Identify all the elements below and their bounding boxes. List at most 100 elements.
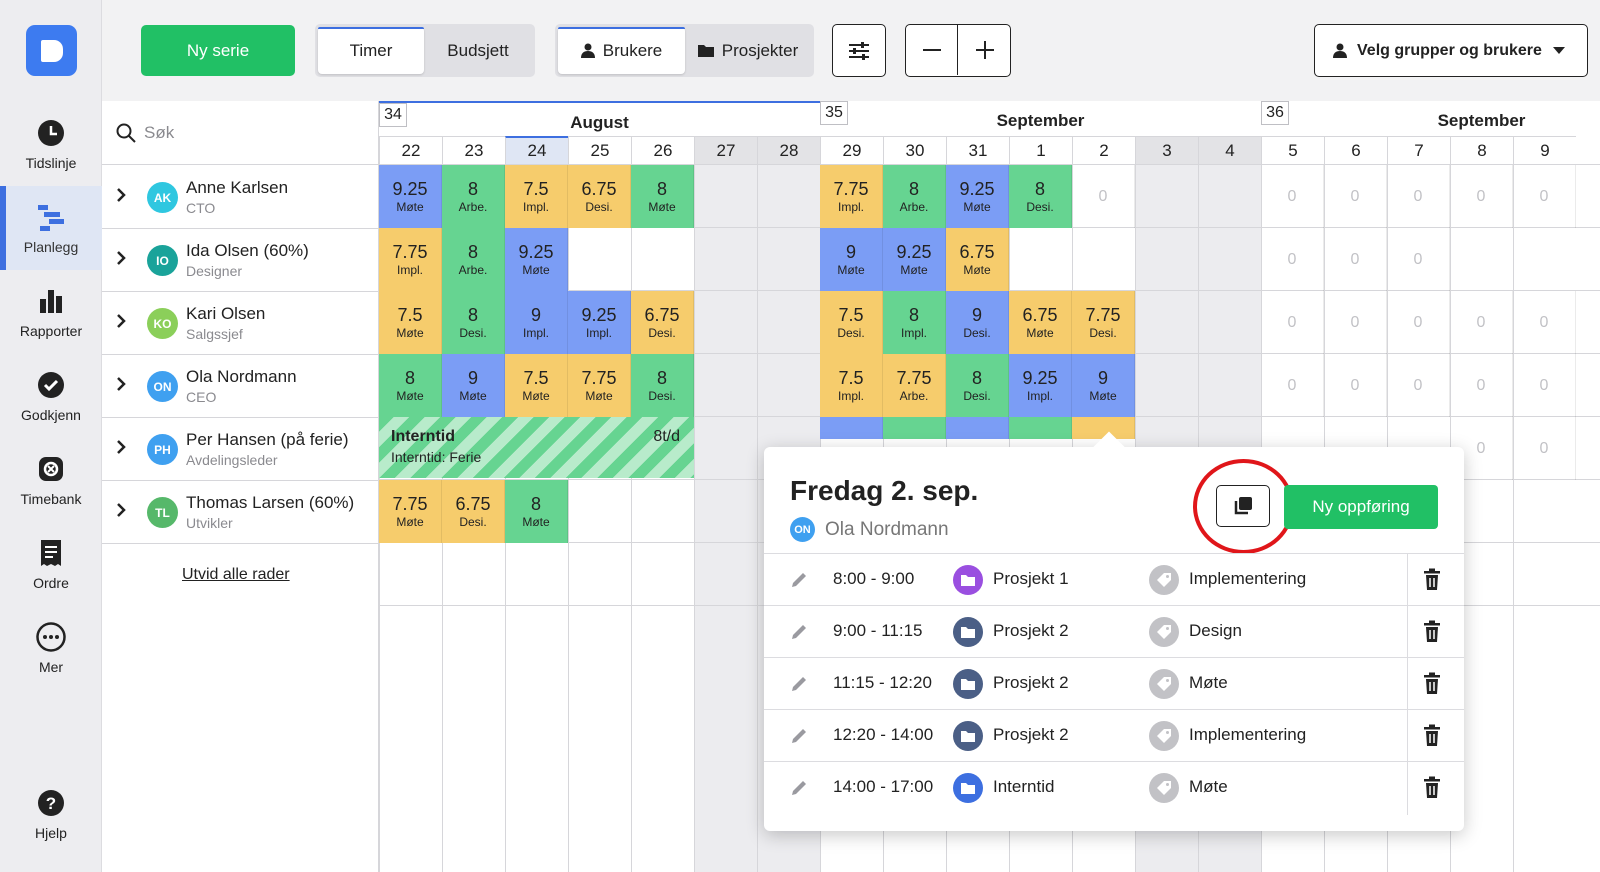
sidebar-item-tidslinje[interactable]: Tidslinje [0,102,102,186]
hours-cell[interactable]: 8 Desi. [946,354,1009,417]
hours-cell[interactable]: 9.25 Møte [379,165,442,228]
hours-cell[interactable]: 0 [1324,354,1387,417]
chevron-right-icon[interactable] [116,187,126,203]
trash-icon[interactable] [1423,620,1441,642]
trash-icon[interactable] [1423,724,1441,746]
tab-prosjekter[interactable]: Prosjekter [685,27,811,74]
sidebar-item-mer[interactable]: Mer [0,606,102,690]
pencil-icon[interactable] [790,675,808,693]
chevron-right-icon[interactable] [116,502,126,518]
hours-cell[interactable]: 0 [1387,291,1450,354]
tab-brukere[interactable]: Brukere [558,27,685,74]
pencil-icon[interactable] [790,623,808,641]
group-user-select[interactable]: Velg grupper og brukere [1314,24,1588,77]
hours-cell[interactable]: 8 Desi. [631,354,694,417]
hours-cell[interactable]: 9.25 Møte [883,228,946,291]
hours-cell[interactable]: 0 [1513,291,1576,354]
chevron-right-icon[interactable] [116,250,126,266]
hours-cell[interactable]: 0 [1450,165,1513,228]
chevron-right-icon[interactable] [116,376,126,392]
zoom-in-button[interactable] [959,25,1011,75]
hours-cell[interactable]: 8 Møte [379,354,442,417]
sidebar-item-godkjenn[interactable]: Godkjenn [0,354,102,438]
hours-cell[interactable]: 8 Møte [631,165,694,228]
hours-cell[interactable]: 0 [1261,228,1324,291]
hours-cell[interactable]: 0 [1450,291,1513,354]
hours-cell[interactable]: 7.75 Arbe. [883,354,946,417]
person-row[interactable]: IO Ida Olsen (60%) Designer [102,228,379,292]
hours-cell[interactable]: 7.75 Desi. [1072,291,1135,354]
hours-cell[interactable]: 6.75 Desi. [442,480,505,543]
hours-cell[interactable]: 7.5 Desi. [820,291,883,354]
hours-cell[interactable]: 0 [1450,354,1513,417]
sidebar-item-hjelp[interactable]: ? Hjelp [0,772,102,856]
new-series-button[interactable]: Ny serie [141,25,295,76]
hours-cell[interactable]: 7.5 Impl. [505,165,568,228]
app-logo[interactable] [26,25,77,76]
trash-icon[interactable] [1423,776,1441,798]
tab-timer[interactable]: Timer [318,27,424,74]
time-entry-row[interactable]: 12:20 - 14:00 Prosjekt 2 Implementering [764,709,1464,763]
hours-cell[interactable]: 6.75 Desi. [631,291,694,354]
hours-cell[interactable]: 0 [1324,228,1387,291]
new-entry-button[interactable]: Ny oppføring [1284,485,1438,529]
pencil-icon[interactable] [790,779,808,797]
hours-cell[interactable]: 0 [1261,354,1324,417]
hours-cell[interactable]: 9 Impl. [505,291,568,354]
hours-cell[interactable]: 9 Møte [1072,354,1135,417]
hours-cell[interactable]: 7.75 Impl. [379,228,442,291]
person-row[interactable]: AK Anne Karlsen CTO [102,165,379,229]
hours-cell[interactable]: 0 [1387,228,1450,291]
hours-cell[interactable]: 8 Desi. [1009,165,1072,228]
trash-icon[interactable] [1423,568,1441,590]
sidebar-item-ordre[interactable]: Ordre [0,522,102,606]
person-row[interactable]: ON Ola Nordmann CEO [102,354,379,418]
hours-cell[interactable]: 0 [1387,354,1450,417]
hours-cell[interactable]: 8 Arbe. [883,165,946,228]
time-entry-row[interactable]: 11:15 - 12:20 Prosjekt 2 Møte [764,657,1464,711]
hours-cell[interactable] [1009,417,1072,439]
sidebar-item-planlegg[interactable]: Planlegg [0,186,102,270]
pencil-icon[interactable] [790,727,808,745]
hours-cell[interactable]: 0 [1387,165,1450,228]
hours-cell[interactable]: 0 [1513,417,1576,480]
search-input[interactable]: Søk [102,101,379,165]
hours-cell[interactable]: 0 [1513,354,1576,417]
hours-cell[interactable]: 0 [1261,291,1324,354]
hours-cell[interactable]: 7.75 Møte [568,354,631,417]
sidebar-item-rapporter[interactable]: Rapporter [0,270,102,354]
chevron-right-icon[interactable] [116,313,126,329]
hours-cell[interactable]: 6.75 Møte [1009,291,1072,354]
hours-cell[interactable] [820,417,883,439]
hours-cell[interactable]: 9.25 Møte [505,228,568,291]
hours-cell[interactable]: 0 [1072,165,1135,228]
hours-cell[interactable]: 9 Møte [442,354,505,417]
hours-cell[interactable]: 0 [1261,165,1324,228]
hours-cell[interactable]: 7.5 Møte [379,291,442,354]
hours-cell[interactable] [883,417,946,439]
hours-cell[interactable]: 0 [1513,165,1576,228]
hours-cell[interactable]: 8 Møte [505,480,568,543]
person-row[interactable]: TL Thomas Larsen (60%) Utvikler [102,480,379,544]
person-row[interactable]: KO Kari Olsen Salgssjef [102,291,379,355]
chevron-right-icon[interactable] [116,439,126,455]
vacation-bar[interactable]: Interntid Interntid: Ferie 8t/d [379,416,694,478]
filter-settings-button[interactable] [832,24,886,77]
hours-cell[interactable]: 8 Desi. [442,291,505,354]
trash-icon[interactable] [1423,672,1441,694]
tab-budsjett[interactable]: Budsjett [424,27,532,74]
hours-cell[interactable]: 9.25 Impl. [568,291,631,354]
hours-cell[interactable]: 8 Impl. [883,291,946,354]
hours-cell[interactable]: 7.75 Impl. [820,165,883,228]
hours-cell[interactable]: 9 Møte [820,228,883,291]
hours-cell[interactable]: 9 Desi. [946,291,1009,354]
hours-cell[interactable]: 6.75 Møte [946,228,1009,291]
hours-cell[interactable]: 8 Arbe. [442,228,505,291]
time-entry-row[interactable]: 8:00 - 9:00 Prosjekt 1 Implementering [764,553,1464,607]
hours-cell[interactable]: 9.25 Impl. [1009,354,1072,417]
hours-cell[interactable]: 9.25 Møte [946,165,1009,228]
pencil-icon[interactable] [790,571,808,589]
time-entry-row[interactable]: 14:00 - 17:00 Interntid Møte [764,761,1464,815]
hours-cell[interactable]: 0 [1324,165,1387,228]
hours-cell[interactable]: 7.5 Impl. [820,354,883,417]
